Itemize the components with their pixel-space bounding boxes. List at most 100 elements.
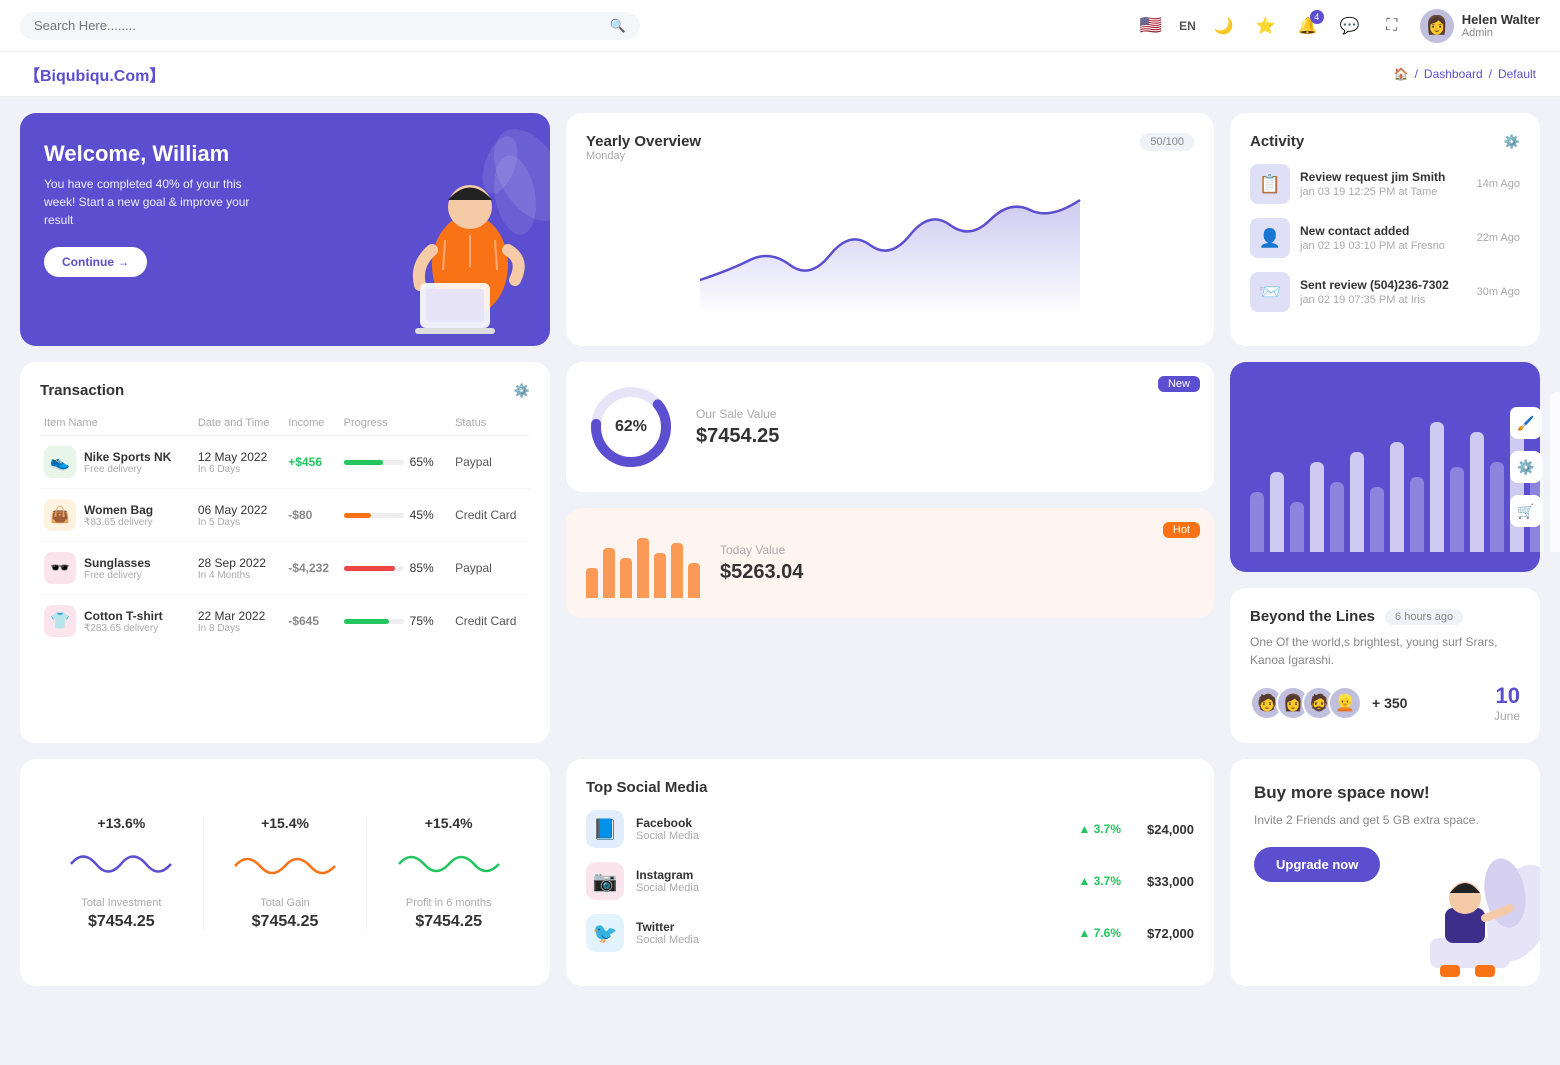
breadcrumb-dashboard[interactable]: Dashboard [1424,67,1483,81]
item-date: 22 Mar 2022 In 8 Days [194,595,284,648]
upgrade-button[interactable]: Upgrade now [1254,847,1380,882]
brush-icon[interactable]: 🖌️ [1510,407,1542,439]
activity-title: Activity [1250,133,1304,150]
sale-label: Our Sale Value [696,407,779,421]
table-header-cell: Item Name [40,411,194,436]
progress-fill [344,619,389,624]
chart-beyond-col: 🖌️ ⚙️ 🛒 Beyond the Lines 6 hours ago One… [1230,362,1540,743]
activity-header: Activity ⚙️ [1250,133,1520,150]
days-value: In 5 Days [198,517,280,528]
item-status: Credit Card [451,489,530,542]
today-bar [586,568,598,598]
user-info[interactable]: 👩 Helen Walter Admin [1420,9,1540,43]
item-name: Sunglasses [84,556,151,570]
item-income: -$4,232 [284,542,339,595]
beyond-header: Beyond the Lines 6 hours ago [1250,608,1520,625]
item-date: 12 May 2022 In 6 Days [194,436,284,489]
breadcrumb-default[interactable]: Default [1498,67,1536,81]
progress-wrap: 45% [344,508,447,522]
welcome-card: Welcome, William You have completed 40% … [20,113,550,346]
bell-icon[interactable]: 🔔 4 [1294,12,1322,40]
welcome-illustration [360,113,550,346]
table-header-cell: Progress [340,411,451,436]
new-badge: New [1158,376,1200,392]
activity-item-time: 30m Ago [1477,286,1520,298]
social-sub: Social Media [636,882,699,894]
activity-settings-icon[interactable]: ⚙️ [1504,134,1520,150]
wave-wrap [40,839,203,889]
table-header-cell: Income [284,411,339,436]
main-row-1: Welcome, William You have completed 40% … [0,97,1560,362]
star-icon[interactable]: ⭐ [1252,12,1280,40]
beyond-time: 6 hours ago [1385,609,1463,625]
date-value: 28 Sep 2022 [198,556,280,570]
wave-chart [71,844,171,884]
wave-chart [235,844,335,884]
mini-stat-label: Profit in 6 months [367,897,530,909]
today-bar [654,553,666,598]
flag-icon[interactable]: 🇺🇸 [1137,12,1165,40]
buy-space-title: Buy more space now! [1254,783,1516,803]
social-info: Facebook Social Media [636,816,699,842]
progress-bar [344,513,404,518]
table-header-cell: Date and Time [194,411,284,436]
beyond-month: June [1494,709,1520,723]
social-card: Top Social Media 📘 Facebook Social Media… [566,759,1214,986]
table-row: 👟 Nike Sports NK Free delivery 12 May 20… [40,436,530,489]
social-item: 📷 Instagram Social Media ▲ 3.7% $33,000 [586,862,1194,900]
donut-chart: 62% [586,382,676,472]
cart-icon[interactable]: 🛒 [1510,495,1542,527]
beyond-card: Beyond the Lines 6 hours ago One Of the … [1230,588,1540,743]
item-sub: Free delivery [84,570,151,581]
bar-chart [1250,392,1520,552]
progress-pct: 85% [410,561,434,575]
buy-space-card: Buy more space now! Invite 2 Friends and… [1230,759,1540,986]
sale-col: New 62% Our Sale Value $7454.25 Hot Toda… [566,362,1214,743]
table-header-row: Item NameDate and TimeIncomeProgressStat… [40,411,530,436]
chart-bar [1490,462,1504,552]
moon-icon[interactable]: 🌙 [1210,12,1238,40]
search-input[interactable] [34,18,602,33]
mini-stat-value: $7454.25 [40,913,203,931]
nav-icons: 🇺🇸 EN 🌙 ⭐ 🔔 4 💬 ⛶ 👩 Helen Walter Admin [1137,9,1540,43]
mini-stat-label: Total Investment [40,897,203,909]
activity-thumb: 📨 [1250,272,1290,312]
beyond-footer: 🧑👩🧔👱 + 350 10 June [1250,683,1520,723]
activity-item: 👤 New contact added jan 02 19 03:10 PM a… [1250,218,1520,258]
chart-bar [1310,462,1324,552]
chart-bar [1430,422,1444,552]
activity-thumb: 👤 [1250,218,1290,258]
mini-stat-pct: +15.4% [204,815,367,831]
wave-wrap [204,839,367,889]
settings-icon[interactable]: ⚙️ [1510,451,1542,483]
social-info: Instagram Social Media [636,868,699,894]
activity-item-time: 14m Ago [1477,178,1520,190]
avatar: 👱 [1328,686,1362,720]
hot-badge: Hot [1163,522,1200,538]
activity-item-title: New contact added [1300,224,1445,238]
transaction-settings-icon[interactable]: ⚙️ [514,383,530,399]
item-name: Women Bag [84,503,153,517]
item-progress: 65% [340,436,451,489]
activity-item: 📨 Sent review (504)236-7302 jan 02 19 07… [1250,272,1520,312]
home-icon[interactable]: 🏠 [1394,67,1409,81]
social-pct: ▲ 3.7% [1078,822,1121,836]
item-name-cell: 👕 Cotton T-shirt ₹283.65 delivery [44,605,190,637]
search-bar[interactable]: 🔍 [20,12,640,40]
chart-bar [1370,487,1384,552]
days-value: In 4 Months [198,570,280,581]
table-row: 🕶️ Sunglasses Free delivery 28 Sep 2022 … [40,542,530,595]
chart-bar [1450,467,1464,552]
transaction-table: Item NameDate and TimeIncomeProgressStat… [40,411,530,647]
item-date: 28 Sep 2022 In 4 Months [194,542,284,595]
beyond-date: 10 June [1494,683,1520,723]
continue-button[interactable]: Continue → [44,247,147,277]
chat-icon[interactable]: 💬 [1336,12,1364,40]
today-bar [603,548,615,598]
activity-item-time: 22m Ago [1477,232,1520,244]
social-list: 📘 Facebook Social Media ▲ 3.7% $24,000 📷… [586,810,1194,952]
item-name-cell: 👟 Nike Sports NK Free delivery [44,446,190,478]
fullscreen-icon[interactable]: ⛶ [1378,12,1406,40]
today-value-card: Hot Today Value $5263.04 [566,508,1214,618]
item-icon: 👟 [44,446,76,478]
